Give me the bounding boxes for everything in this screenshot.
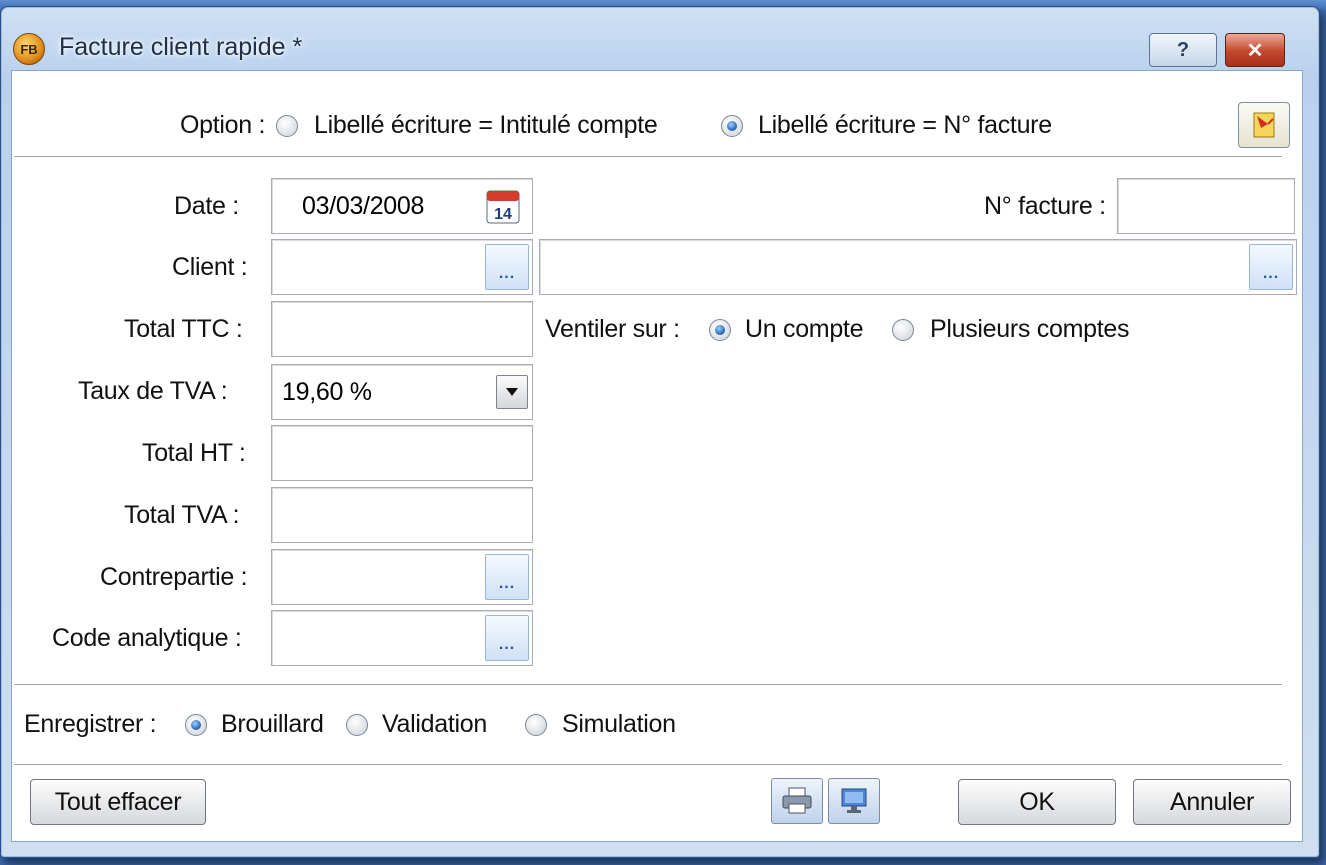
date-value: 03/03/2008	[302, 192, 425, 220]
option-radio-facture[interactable]	[721, 115, 743, 137]
printer-icon	[782, 787, 812, 814]
screen-preview-button[interactable]	[828, 778, 880, 824]
svg-text:14: 14	[494, 206, 512, 223]
contrepartie-browse-button[interactable]: ...	[485, 554, 529, 600]
code-analytique-label: Code analytique :	[52, 624, 242, 652]
ventiler-label: Ventiler sur :	[545, 315, 680, 343]
total-ttc-label: Total TTC :	[124, 315, 243, 343]
total-tva-label: Total TVA :	[124, 501, 240, 529]
total-ht-label: Total HT :	[142, 439, 246, 467]
app-icon: FB	[13, 33, 45, 65]
ventiler-label-un-compte[interactable]: Un compte	[745, 315, 863, 344]
tva-rate-value: 19,60 %	[282, 378, 372, 406]
date-label: Date :	[174, 192, 239, 220]
ventiler-radio-plusieurs[interactable]	[892, 319, 914, 341]
client-name-browse-button[interactable]: ...	[1249, 244, 1293, 290]
clear-all-button[interactable]: Tout effacer	[30, 779, 206, 825]
cancel-button[interactable]: Annuler	[1133, 779, 1291, 825]
option-label-intitule[interactable]: Libellé écriture = Intitulé compte	[314, 111, 658, 140]
tva-rate-label: Taux de TVA :	[78, 377, 228, 405]
client-name-field[interactable]: ...	[539, 239, 1297, 295]
ok-button[interactable]: OK	[958, 779, 1116, 825]
separator-top	[14, 156, 1282, 158]
tva-rate-select[interactable]: 19,60 %	[271, 364, 533, 420]
separator-bottom	[14, 764, 1282, 766]
code-analytique-browse-button[interactable]: ...	[485, 615, 529, 661]
enregistrer-radio-validation[interactable]	[346, 714, 368, 736]
enregistrer-radio-brouillard[interactable]	[185, 714, 207, 736]
enregistrer-label: Enregistrer :	[24, 710, 157, 738]
option-label: Option :	[180, 111, 266, 139]
code-analytique-field[interactable]: ...	[271, 610, 533, 666]
close-button[interactable]: ✕	[1225, 33, 1285, 67]
enregistrer-label-simulation[interactable]: Simulation	[562, 710, 676, 739]
client-code-field[interactable]: ...	[271, 239, 533, 295]
notes-icon	[1253, 112, 1275, 138]
total-ttc-field[interactable]	[271, 301, 533, 357]
print-button[interactable]	[771, 778, 823, 824]
client-code-browse-button[interactable]: ...	[485, 244, 529, 290]
window-title: Facture client rapide *	[59, 33, 303, 61]
total-tva-field[interactable]	[271, 487, 533, 543]
invoice-number-field[interactable]	[1117, 178, 1295, 234]
contrepartie-label: Contrepartie :	[100, 563, 248, 591]
contrepartie-field[interactable]: ...	[271, 549, 533, 605]
dropdown-arrow-button[interactable]	[496, 375, 528, 409]
chevron-down-icon	[506, 388, 518, 396]
client-label: Client :	[172, 253, 248, 281]
notes-icon-button[interactable]	[1238, 102, 1290, 148]
ventiler-radio-un-compte[interactable]	[709, 319, 731, 341]
enregistrer-label-brouillard[interactable]: Brouillard	[221, 710, 324, 739]
invoice-number-label: N° facture :	[984, 192, 1106, 220]
total-ht-field[interactable]	[271, 425, 533, 481]
ventiler-label-plusieurs[interactable]: Plusieurs comptes	[930, 315, 1129, 344]
option-label-facture[interactable]: Libellé écriture = N° facture	[758, 111, 1052, 140]
help-button[interactable]: ?	[1149, 33, 1217, 67]
separator-middle	[14, 684, 1282, 686]
title-bar[interactable]: FB Facture client rapide * ? ✕	[1, 7, 1319, 77]
option-radio-intitule[interactable]	[276, 115, 298, 137]
monitor-icon	[841, 788, 867, 813]
enregistrer-radio-simulation[interactable]	[525, 714, 547, 736]
calendar-icon[interactable]: 14	[485, 187, 521, 225]
enregistrer-label-validation[interactable]: Validation	[382, 710, 487, 739]
